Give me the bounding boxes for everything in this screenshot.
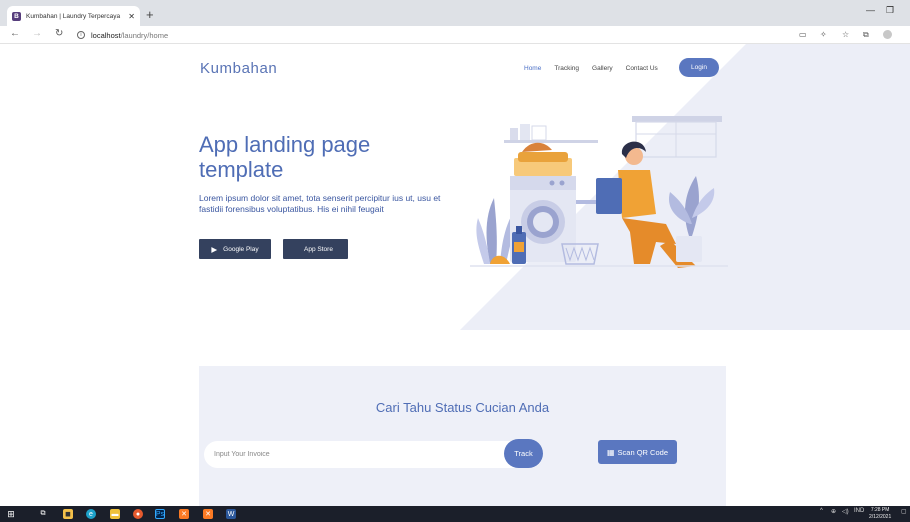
- address-bar: ← → ↻ i localhost/laundry/home ▭ ✧ ☆ ⧉: [0, 26, 910, 44]
- favorites-star-icon[interactable]: ☆: [842, 30, 849, 39]
- close-tab-icon[interactable]: ✕: [128, 12, 135, 21]
- store-icon[interactable]: ◼: [63, 509, 73, 519]
- brand-logo-text[interactable]: Kumbahan: [200, 60, 277, 77]
- windows-start-icon[interactable]: ⊞: [6, 509, 16, 519]
- file-explorer-icon[interactable]: ▬: [110, 509, 120, 519]
- restore-window-icon[interactable]: ❐: [886, 5, 894, 16]
- tab-title: Kumbahan | Laundry Terpercaya: [26, 12, 121, 20]
- tray-chevron-up-icon[interactable]: ^: [820, 508, 823, 514]
- minimize-icon[interactable]: —: [866, 5, 875, 15]
- hero-title: App landing page template: [199, 132, 371, 182]
- login-button[interactable]: Login: [679, 58, 719, 77]
- google-play-label: Google Play: [223, 245, 259, 253]
- hero-diagonal-background: [460, 44, 910, 330]
- nav-item-gallery[interactable]: Gallery: [592, 65, 613, 72]
- back-arrow-icon[interactable]: ←: [10, 28, 20, 39]
- nav-item-contact-us[interactable]: Contact Us: [626, 65, 658, 72]
- site-info-icon[interactable]: i: [77, 31, 85, 39]
- browser-tabstrip: B Kumbahan | Laundry Terpercaya ✕ + — ❐: [0, 0, 910, 26]
- main-nav: Home Tracking Gallery Contact Us: [524, 65, 671, 72]
- nav-item-home[interactable]: Home: [524, 65, 541, 72]
- language-indicator[interactable]: IND: [854, 508, 864, 514]
- volume-icon[interactable]: ◁): [842, 508, 849, 515]
- notification-icon[interactable]: ▢: [901, 508, 907, 515]
- qr-code-icon: ▦: [606, 447, 615, 457]
- task-view-icon[interactable]: ⧉: [38, 509, 48, 519]
- photoshop-icon[interactable]: Ps: [155, 509, 165, 519]
- extension-icon[interactable]: ✧: [820, 30, 827, 39]
- scan-qr-code-button[interactable]: ▦ Scan QR Code: [598, 440, 677, 464]
- hero-description: Lorem ipsum dolor sit amet, tota senseri…: [199, 193, 441, 214]
- network-icon[interactable]: ⊕: [831, 508, 836, 515]
- profile-avatar-icon[interactable]: [883, 30, 892, 39]
- invoice-input-wrapper: [204, 441, 543, 468]
- laundry-illustration: [470, 116, 728, 268]
- xampp-icon[interactable]: ✕: [179, 509, 189, 519]
- collections-icon[interactable]: ⧉: [863, 30, 869, 40]
- scan-qr-code-label: Scan QR Code: [617, 447, 668, 457]
- page-viewport: Kumbahan Home Tracking Gallery Contact U…: [0, 44, 910, 506]
- reader-mode-icon[interactable]: ▭: [799, 30, 807, 39]
- forward-arrow-icon[interactable]: →: [32, 28, 42, 39]
- word-icon[interactable]: W: [226, 509, 236, 519]
- windows-taskbar: ⊞ ⧉ ◼ e ▬ ● Ps ✕ ✕ W ^ ⊕ ◁) IND 7:28 PM …: [0, 506, 910, 522]
- new-tab-plus-icon[interactable]: +: [146, 7, 154, 23]
- bootstrap-favicon-icon: B: [12, 11, 21, 21]
- url-path: /laundry/home: [120, 30, 169, 40]
- track-button[interactable]: Track: [504, 439, 543, 468]
- reload-icon[interactable]: ↻: [55, 28, 63, 39]
- play-triangle-icon: ▶: [211, 244, 218, 254]
- clock-date: 2/12/2021: [869, 513, 892, 520]
- xampp-control-icon[interactable]: ✕: [203, 509, 213, 519]
- chrome-icon[interactable]: ●: [133, 509, 143, 519]
- invoice-input[interactable]: [214, 441, 494, 468]
- tracking-title: Cari Tahu Status Cucian Anda: [375, 400, 550, 415]
- taskbar-clock[interactable]: 7:28 PM 2/12/2021: [869, 507, 891, 520]
- url-field[interactable]: i localhost/laundry/home: [77, 28, 777, 42]
- app-store-label: App Store: [304, 245, 333, 253]
- app-store-button[interactable]: App Store: [283, 239, 348, 259]
- nav-item-tracking[interactable]: Tracking: [554, 65, 579, 72]
- browser-tab[interactable]: B Kumbahan | Laundry Terpercaya ✕: [7, 6, 140, 26]
- clock-time: 7:28 PM: [870, 507, 890, 513]
- tracking-section: Cari Tahu Status Cucian Anda Track ▦ Sca…: [199, 366, 726, 506]
- google-play-button[interactable]: ▶ Google Play: [199, 239, 271, 259]
- edge-browser-icon[interactable]: e: [86, 509, 96, 519]
- url-host: localhost: [91, 30, 121, 40]
